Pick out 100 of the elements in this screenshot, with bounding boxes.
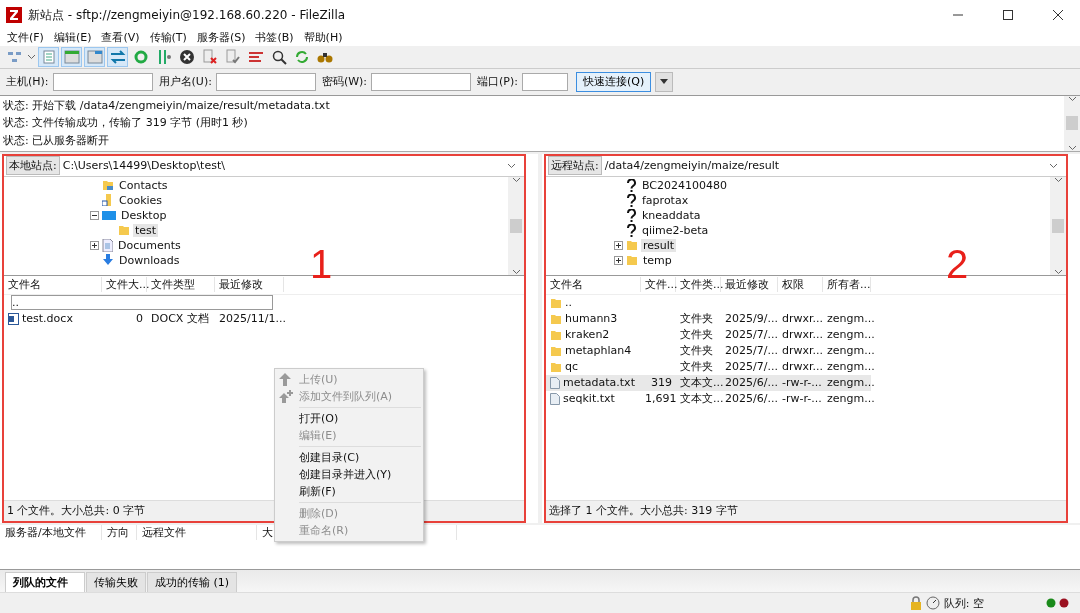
- reconnect-icon: [224, 48, 241, 65]
- folder-icon: [550, 296, 562, 309]
- column-header[interactable]: 最近修改: [215, 277, 284, 292]
- collapse-icon[interactable]: [90, 210, 99, 220]
- scroll-down-icon[interactable]: [511, 268, 521, 275]
- column-header[interactable]: 文件名: [4, 277, 102, 292]
- menu-item[interactable]: 打开(O): [275, 410, 423, 427]
- scroll-up-icon[interactable]: [511, 176, 521, 183]
- lock-icon: [909, 596, 922, 611]
- menu-item[interactable]: 创建目录并进入(Y): [275, 466, 423, 483]
- dropdown-button[interactable]: [655, 71, 674, 92]
- column-header[interactable]: 方向: [102, 525, 137, 541]
- tree-item[interactable]: kneaddata: [640, 208, 703, 222]
- question-mark-icon: [626, 193, 637, 207]
- tree-toggle-button[interactable]: [84, 46, 105, 67]
- path-field[interactable]: C:\Users\14499\Desktop\test\: [59, 156, 499, 175]
- scroll-down-icon[interactable]: [1053, 268, 1063, 275]
- tab[interactable]: 列队的文件: [5, 572, 85, 593]
- dropdown-caret-icon[interactable]: [27, 53, 36, 60]
- file-name: metaphlan4: [565, 344, 632, 357]
- menu-item[interactable]: 刷新(F): [275, 483, 423, 500]
- input-field[interactable]: [215, 72, 316, 91]
- column-header[interactable]: 服务器/本地文件: [0, 525, 102, 541]
- tab[interactable]: 成功的传输 (1): [147, 572, 238, 593]
- tree-toggle-button[interactable]: [61, 46, 82, 67]
- tree-item[interactable]: Desktop: [119, 208, 169, 222]
- table-cell-text: 文件夹: [679, 311, 714, 326]
- tree-item[interactable]: Documents: [116, 238, 183, 252]
- tree-item[interactable]: qiime2-beta: [640, 223, 711, 237]
- table-cell-text: -rw-r-...: [781, 376, 823, 389]
- scrollbar-thumb[interactable]: [510, 218, 522, 233]
- caret-icon: [660, 79, 669, 85]
- menu-item[interactable]: 创建目录(C): [275, 449, 423, 466]
- quickconnect-button[interactable]: 快速连接(Q): [576, 71, 652, 92]
- scroll-up-icon[interactable]: [1067, 95, 1077, 102]
- tree-item[interactable]: test: [133, 223, 159, 237]
- field-label: 密码(W):: [321, 74, 368, 90]
- file-name: metadata.txt: [563, 376, 635, 389]
- menu-item[interactable]: 服务器(S): [191, 30, 251, 46]
- menu-item[interactable]: 传输(T): [144, 30, 192, 46]
- table-cell-text: 2025/7/...: [724, 344, 778, 357]
- log-line: 状态: 开始下载 /data4/zengmeiyin/maize/result/metadata.txt: [3, 97, 331, 114]
- file-row[interactable]: ..: [4, 294, 284, 311]
- input-field[interactable]: [522, 72, 568, 91]
- input-field[interactable]: [371, 72, 472, 91]
- tree-item[interactable]: Contacts: [117, 178, 170, 192]
- input-field[interactable]: [52, 72, 153, 91]
- file-name: seqkit.txt: [563, 392, 615, 405]
- scrollbar-thumb[interactable]: [1066, 116, 1078, 130]
- tree-item[interactable]: result: [641, 238, 677, 252]
- tree-item[interactable]: temp: [641, 253, 674, 267]
- scroll-up-icon[interactable]: [1053, 176, 1063, 183]
- log-toggle-button[interactable]: [38, 46, 59, 67]
- scroll-down-icon[interactable]: [1067, 144, 1077, 151]
- scrollbar-thumb[interactable]: [1052, 218, 1064, 233]
- search-icon: [270, 48, 287, 65]
- file-name: test.docx: [22, 312, 73, 325]
- field-label: 主机(H):: [6, 74, 49, 90]
- tree-item[interactable]: Cookies: [117, 193, 165, 207]
- column-header[interactable]: 文件...: [641, 277, 676, 292]
- queue-toggle-button[interactable]: [107, 46, 128, 67]
- table-cell-text: 319: [650, 376, 673, 389]
- file-row[interactable]: ..: [546, 294, 871, 311]
- menu-item[interactable]: 帮助(H): [298, 30, 348, 46]
- tree-item[interactable]: faprotax: [640, 193, 691, 207]
- dropdown-caret-icon[interactable]: [507, 162, 516, 169]
- field-label: 端口(P):: [477, 74, 518, 90]
- expand-icon[interactable]: [90, 240, 99, 250]
- list-icon: [247, 49, 264, 64]
- expand-icon[interactable]: [614, 255, 623, 265]
- tab[interactable]: 传输失败: [86, 572, 146, 593]
- menu-item[interactable]: 文件(F): [2, 30, 49, 46]
- question-mark-icon: [626, 223, 637, 237]
- column-header[interactable]: 权限: [778, 277, 823, 292]
- document-icon: [102, 238, 113, 252]
- column-header[interactable]: 远程文件: [137, 525, 257, 541]
- panel-icon: [86, 49, 103, 64]
- column-header[interactable]: 文件类...: [676, 277, 721, 292]
- path-field[interactable]: /data4/zengmeiyin/maize/result: [601, 156, 1041, 175]
- table-cell-text: drwxr...: [781, 328, 823, 341]
- menu-item[interactable]: 编辑(E): [48, 30, 97, 46]
- menu-item[interactable]: 书签(B): [250, 30, 299, 46]
- dropdown-caret-icon[interactable]: [1049, 162, 1058, 169]
- column-header[interactable]: 所有者...: [823, 277, 871, 292]
- scrollbar[interactable]: [508, 176, 524, 275]
- column-header[interactable]: 文件名: [546, 277, 641, 292]
- scrollbar[interactable]: [1050, 176, 1066, 275]
- log-icon: [42, 49, 55, 64]
- folder-icon: [550, 328, 562, 341]
- tree-item[interactable]: Downloads: [117, 253, 182, 267]
- queue-status: 队列: 空: [943, 595, 984, 611]
- tree-item[interactable]: BC2024100480: [640, 178, 730, 192]
- file-row[interactable]: test.docx 0 DOCX 文档 2025/11/1...: [4, 310, 284, 327]
- table-cell-text: DOCX 文档: [150, 311, 210, 326]
- expand-icon[interactable]: [614, 240, 623, 250]
- column-header[interactable]: 文件大...: [102, 277, 147, 292]
- menu-item[interactable]: 查看(V): [96, 30, 145, 46]
- table-cell-text: 2025/6/...: [724, 376, 778, 389]
- rename-field[interactable]: ..: [11, 295, 273, 310]
- scrollbar[interactable]: [1064, 95, 1080, 151]
